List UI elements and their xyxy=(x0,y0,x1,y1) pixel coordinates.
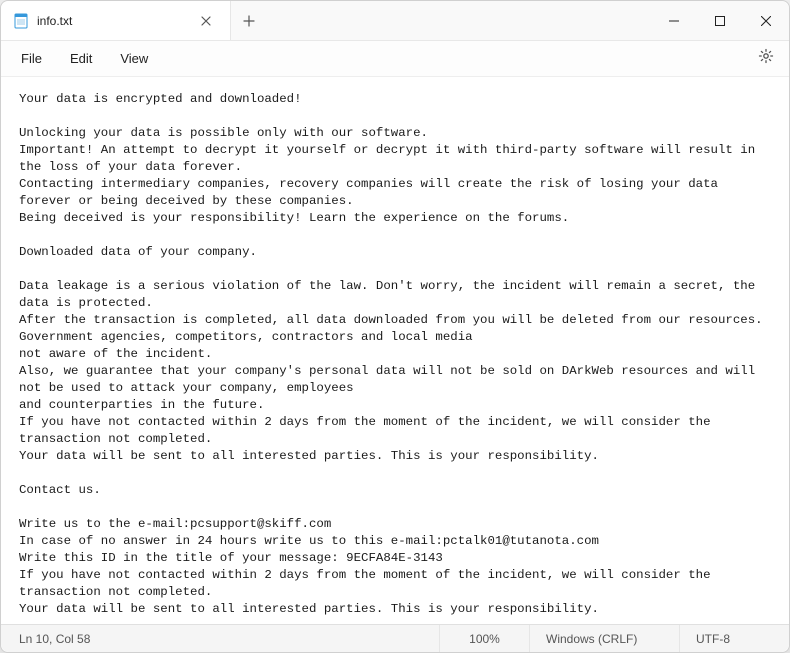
close-window-button[interactable] xyxy=(743,1,789,40)
menubar: File Edit View xyxy=(1,41,789,77)
titlebar: info.txt xyxy=(1,1,789,41)
document-tab[interactable]: info.txt xyxy=(1,1,231,40)
settings-button[interactable] xyxy=(751,44,781,74)
encoding[interactable]: UTF-8 xyxy=(679,625,789,652)
cursor-position[interactable]: Ln 10, Col 58 xyxy=(1,625,439,652)
line-ending[interactable]: Windows (CRLF) xyxy=(529,625,679,652)
window-controls xyxy=(651,1,789,40)
notepad-icon xyxy=(13,13,29,29)
gear-icon xyxy=(758,48,774,69)
statusbar: Ln 10, Col 58 100% Windows (CRLF) UTF-8 xyxy=(1,624,789,652)
maximize-button[interactable] xyxy=(697,1,743,40)
tab-close-button[interactable] xyxy=(194,9,218,33)
titlebar-drag-area[interactable] xyxy=(267,1,651,40)
menu-edit[interactable]: Edit xyxy=(58,47,104,70)
minimize-button[interactable] xyxy=(651,1,697,40)
new-tab-button[interactable] xyxy=(231,1,267,40)
menu-file[interactable]: File xyxy=(9,47,54,70)
menu-view[interactable]: View xyxy=(108,47,160,70)
text-editor[interactable]: Your data is encrypted and downloaded! U… xyxy=(1,77,789,624)
notepad-window: info.txt File Edit View xyxy=(0,0,790,653)
tab-title: info.txt xyxy=(37,14,186,28)
zoom-level[interactable]: 100% xyxy=(439,625,529,652)
